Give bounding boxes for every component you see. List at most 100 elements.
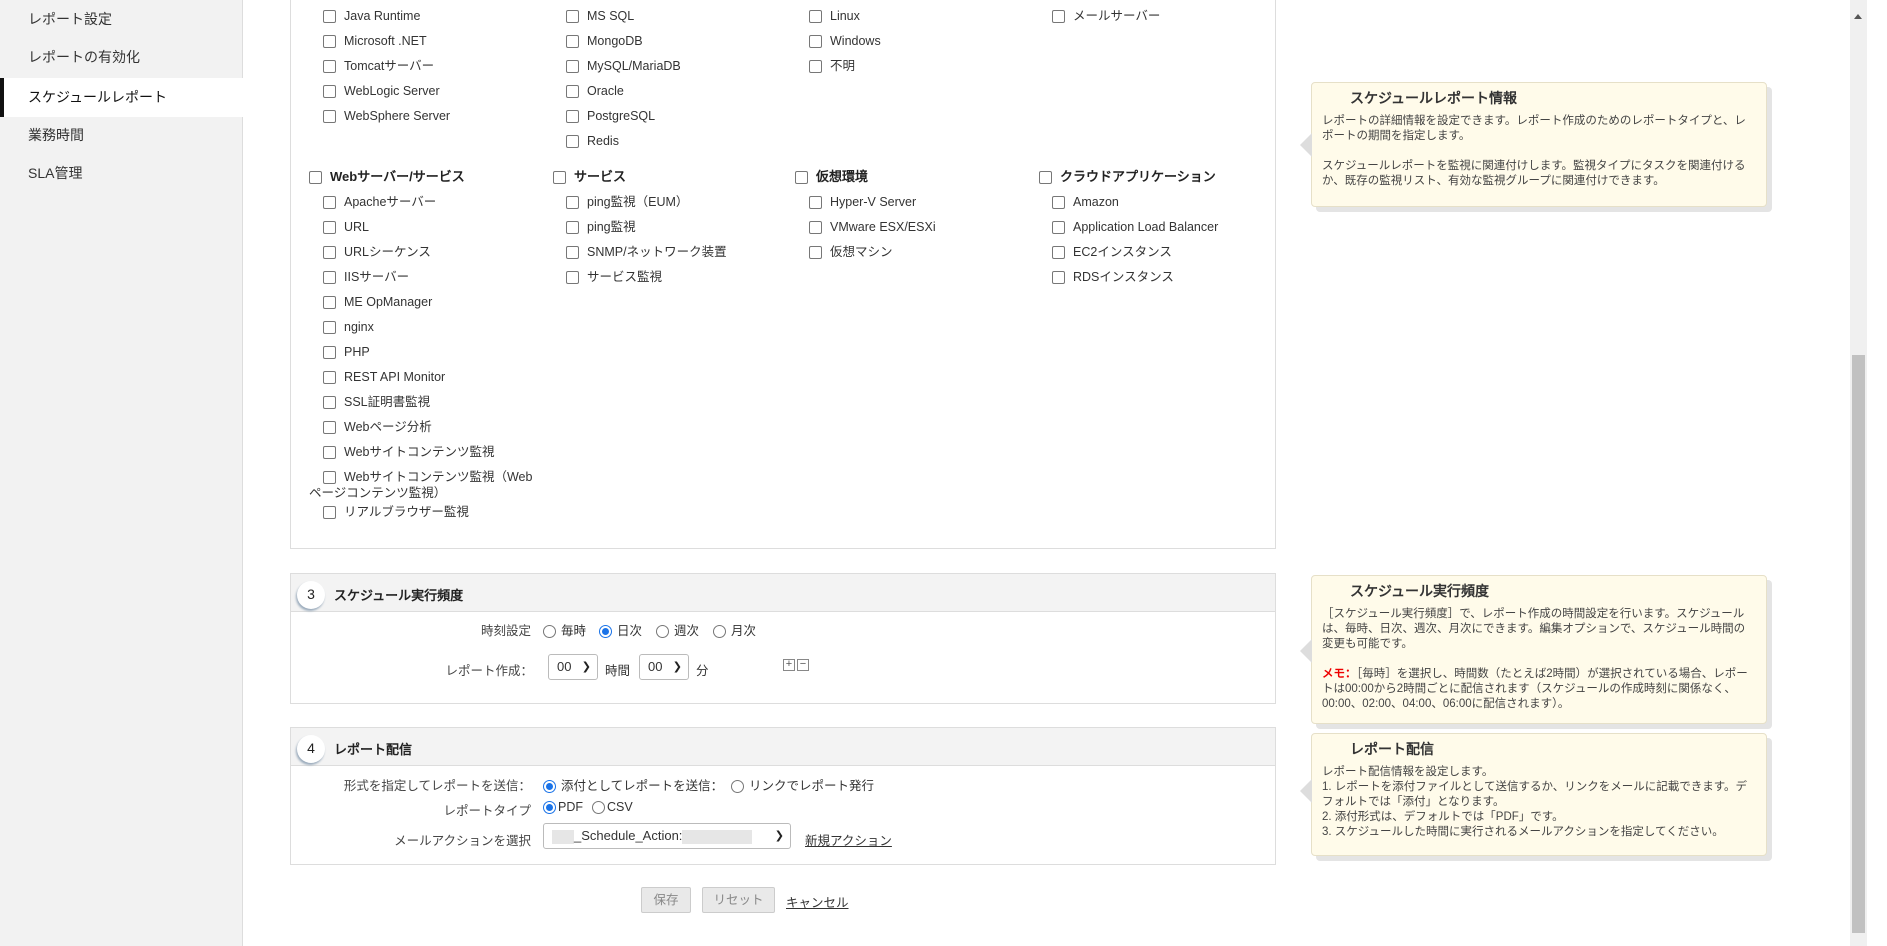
remove-schedule-icon[interactable]: − — [797, 659, 809, 671]
checkbox[interactable] — [323, 446, 336, 460]
scroll-up-icon[interactable] — [1854, 14, 1862, 19]
checkbox[interactable] — [566, 246, 579, 260]
monitor-checkbox[interactable]: Redis — [566, 133, 619, 149]
monitor-checkbox[interactable]: REST API Monitor — [323, 369, 445, 385]
monitor-group-checkbox[interactable]: クラウドアプリケーション — [1039, 169, 1216, 185]
monitor-checkbox[interactable]: nginx — [323, 319, 374, 335]
monitor-checkbox[interactable]: ping監視 — [566, 219, 636, 235]
add-schedule-icon[interactable]: + — [783, 659, 795, 671]
monitor-checkbox[interactable]: VMware ESX/ESXi — [809, 219, 936, 235]
radio-send-attachment[interactable]: 添付としてレポートを送信： — [543, 775, 723, 794]
monitor-checkbox[interactable]: Oracle — [566, 83, 624, 99]
checkbox[interactable] — [323, 421, 336, 435]
monitor-checkbox[interactable]: 仮想マシン — [809, 244, 893, 260]
monitor-checkbox[interactable]: EC2インスタンス — [1052, 244, 1172, 260]
checkbox[interactable] — [323, 371, 336, 385]
checkbox[interactable] — [809, 221, 822, 235]
checkbox[interactable] — [566, 221, 579, 235]
checkbox[interactable] — [566, 85, 579, 99]
monitor-checkbox[interactable]: リアルブラウザー監視 — [323, 504, 469, 520]
monitor-checkbox[interactable]: RDSインスタンス — [1052, 269, 1174, 285]
cancel-link[interactable]: キャンセル — [786, 892, 849, 911]
sidebar-item-report-enable[interactable]: レポートの有効化 — [0, 38, 243, 77]
minute-select[interactable]: 00 ❯ — [639, 654, 689, 680]
checkbox[interactable] — [323, 35, 336, 49]
monitor-checkbox[interactable]: Apacheサーバー — [323, 194, 436, 210]
monitor-checkbox[interactable]: Amazon — [1052, 194, 1119, 210]
hour-select[interactable]: 00 ❯ — [548, 654, 598, 680]
monitor-checkbox[interactable]: URL — [323, 219, 369, 235]
checkbox[interactable] — [566, 10, 579, 24]
checkbox[interactable] — [323, 506, 336, 520]
monitor-checkbox[interactable]: WebSphere Server — [323, 108, 450, 124]
checkbox[interactable] — [323, 85, 336, 99]
radio-daily[interactable]: 日次 — [599, 620, 642, 639]
checkbox[interactable] — [795, 171, 808, 185]
reset-button[interactable]: リセット — [702, 887, 775, 913]
sidebar-item-report-settings[interactable]: レポート設定 — [0, 0, 243, 39]
checkbox[interactable] — [1052, 271, 1065, 285]
radio-csv[interactable]: CSV — [592, 800, 633, 815]
monitor-group-checkbox[interactable]: Webサーバー/サービス — [309, 169, 465, 185]
monitor-checkbox[interactable]: Tomcatサーバー — [323, 58, 434, 74]
checkbox[interactable] — [809, 196, 822, 210]
monitor-checkbox[interactable]: Java Runtime — [323, 8, 420, 24]
monitor-checkbox[interactable]: Webページ分析 — [323, 419, 432, 435]
mail-action-select[interactable]: _Schedule_Action: ❯ — [543, 823, 791, 849]
checkbox[interactable] — [566, 60, 579, 74]
checkbox[interactable] — [323, 110, 336, 124]
checkbox[interactable] — [323, 60, 336, 74]
monitor-checkbox[interactable]: SNMP/ネットワーク装置 — [566, 244, 727, 260]
monitor-checkbox[interactable]: サービス監視 — [566, 269, 662, 285]
radio-send-link[interactable]: リンクでレポート発行 — [731, 775, 874, 794]
checkbox[interactable] — [809, 35, 822, 49]
checkbox[interactable] — [809, 60, 822, 74]
checkbox[interactable] — [323, 471, 336, 485]
checkbox[interactable] — [323, 346, 336, 360]
checkbox[interactable] — [809, 10, 822, 24]
monitor-checkbox[interactable]: Webサイトコンテンツ監視（Webページコンテンツ監視） — [309, 469, 539, 501]
monitor-checkbox[interactable]: WebLogic Server — [323, 83, 440, 99]
monitor-checkbox[interactable]: URLシーケンス — [323, 244, 431, 260]
radio-hourly[interactable]: 毎時 — [543, 620, 586, 639]
monitor-checkbox[interactable]: MongoDB — [566, 33, 643, 49]
checkbox[interactable] — [1052, 10, 1065, 24]
monitor-checkbox[interactable]: MS SQL — [566, 8, 634, 24]
radio-weekly[interactable]: 週次 — [656, 620, 699, 639]
radio-monthly[interactable]: 月次 — [713, 620, 756, 639]
checkbox[interactable] — [309, 171, 322, 185]
checkbox[interactable] — [809, 246, 822, 260]
monitor-checkbox[interactable]: Hyper-V Server — [809, 194, 916, 210]
checkbox[interactable] — [566, 196, 579, 210]
monitor-checkbox[interactable]: Windows — [809, 33, 881, 49]
radio-pdf[interactable]: PDF — [543, 800, 583, 815]
monitor-checkbox[interactable]: PHP — [323, 344, 370, 360]
checkbox[interactable] — [1052, 221, 1065, 235]
checkbox[interactable] — [323, 296, 336, 310]
checkbox[interactable] — [553, 171, 566, 185]
monitor-checkbox[interactable]: Linux — [809, 8, 860, 24]
monitor-checkbox[interactable]: Application Load Balancer — [1052, 219, 1218, 235]
checkbox[interactable] — [566, 135, 579, 149]
checkbox[interactable] — [323, 271, 336, 285]
monitor-group-checkbox[interactable]: サービス — [553, 169, 626, 185]
monitor-checkbox[interactable]: IISサーバー — [323, 269, 409, 285]
checkbox[interactable] — [323, 246, 336, 260]
checkbox[interactable] — [566, 35, 579, 49]
monitor-group-checkbox[interactable]: 仮想環境 — [795, 169, 868, 185]
monitor-checkbox[interactable]: Webサイトコンテンツ監視 — [323, 444, 494, 460]
monitor-checkbox[interactable]: SSL証明書監視 — [323, 394, 430, 410]
sidebar-item-sla[interactable]: SLA管理 — [0, 154, 243, 193]
monitor-checkbox[interactable]: ME OpManager — [323, 294, 432, 310]
checkbox[interactable] — [323, 321, 336, 335]
checkbox[interactable] — [566, 271, 579, 285]
monitor-checkbox[interactable]: PostgreSQL — [566, 108, 655, 124]
scrollbar-thumb[interactable] — [1852, 355, 1865, 933]
sidebar-item-schedule-report[interactable]: スケジュールレポート — [0, 78, 243, 117]
new-action-link[interactable]: 新規アクション — [805, 830, 892, 849]
sidebar-item-business-hours[interactable]: 業務時間 — [0, 116, 243, 155]
monitor-checkbox[interactable]: 不明 — [809, 58, 855, 74]
checkbox[interactable] — [1052, 196, 1065, 210]
monitor-checkbox[interactable]: Microsoft .NET — [323, 33, 427, 49]
checkbox[interactable] — [323, 10, 336, 24]
